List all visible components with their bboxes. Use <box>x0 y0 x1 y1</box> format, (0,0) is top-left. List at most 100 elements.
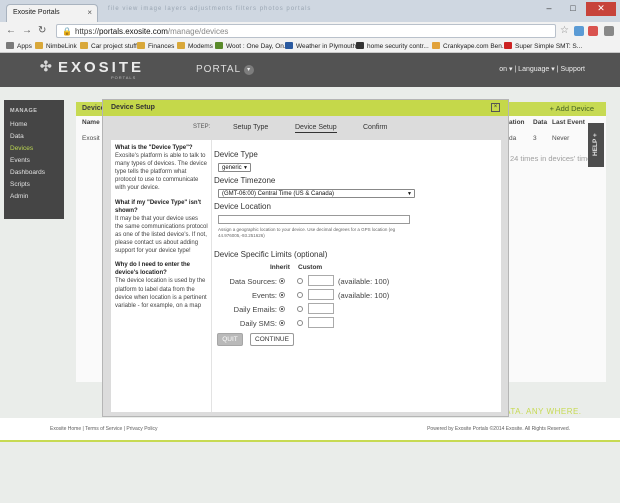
bookmark-label: home security contr... <box>367 43 429 50</box>
inherit-radio[interactable] <box>279 306 285 312</box>
inherit-radio[interactable] <box>279 292 285 298</box>
step-label: STEP: <box>193 124 211 130</box>
modal-title: Device Setup <box>111 104 155 111</box>
device-type-value: generic <box>222 165 242 171</box>
help-column: What is the "Device Type"? Exosite's pla… <box>115 144 208 310</box>
extension-icon[interactable] <box>574 26 584 36</box>
bookmark-label: Finances <box>148 43 175 50</box>
limit-row-daily-sms: Daily SMS: <box>214 317 499 328</box>
bookmark-icon <box>215 42 223 49</box>
custom-header: Custom <box>298 264 323 271</box>
limits-label: Device Specific Limits (optional) <box>214 250 328 259</box>
bookmark-item[interactable]: Finances <box>137 42 174 50</box>
bookmark-star-icon[interactable]: ☆ <box>560 25 569 36</box>
device-type-label: Device Type <box>214 150 258 159</box>
bookmark-label: Modems <box>188 43 213 50</box>
bookmark-label: Woot : One Day, On... <box>226 43 290 50</box>
limit-input[interactable] <box>308 275 334 286</box>
help-question: What is the "Device Type"? <box>115 145 193 151</box>
inherit-radio[interactable] <box>279 320 285 326</box>
help-answer: The device location is used by the platf… <box>115 278 207 309</box>
custom-radio[interactable] <box>297 278 303 284</box>
bookmark-item[interactable]: NimbeLink <box>35 42 77 50</box>
forward-arrow-icon[interactable]: → <box>22 25 32 36</box>
bookmark-item[interactable]: home security contr... <box>356 42 429 50</box>
limit-input[interactable] <box>308 289 334 300</box>
bookmark-icon <box>80 42 88 49</box>
bookmark-label: Weather in Plymouth! <box>296 43 359 50</box>
modal-header: Device Setup × <box>103 100 508 116</box>
device-setup-modal: Device Setup × STEP: Setup Type Device S… <box>102 99 509 417</box>
bookmark-item[interactable]: Woot : One Day, On... <box>215 42 289 50</box>
location-hint: Assign a geographic location to your dev… <box>218 227 396 238</box>
bookmark-item[interactable]: Weather in Plymouth! <box>285 42 358 50</box>
back-arrow-icon[interactable]: ← <box>6 25 16 36</box>
extension-icon[interactable] <box>588 26 598 36</box>
page-viewport: ✣ EXOSITE PORTALS PORTAL ▾ on ▾ | Languag… <box>0 53 620 503</box>
window-controls: – □ ✕ <box>538 2 616 16</box>
location-input[interactable] <box>218 215 410 224</box>
tab-title: Exosite Portals <box>13 9 60 16</box>
tab-close-icon[interactable]: × <box>87 8 92 17</box>
dropdown-arrow-icon: ▼ <box>407 191 412 197</box>
browser-toolbar: ← → ↻ 🔒 https://portals.exosite.com/manag… <box>0 22 620 40</box>
custom-radio[interactable] <box>297 292 303 298</box>
step-setup-type[interactable]: Setup Type <box>233 124 268 131</box>
bookmark-icon <box>504 42 512 49</box>
bookmark-item[interactable]: Modems <box>177 42 213 50</box>
apps-icon <box>6 42 14 49</box>
dropdown-arrow-icon: ▼ <box>243 165 248 171</box>
url-prefix: https:// <box>74 27 99 36</box>
bookmark-icon <box>285 42 293 49</box>
column-divider <box>211 140 212 412</box>
limit-input[interactable] <box>308 303 334 314</box>
maximize-button[interactable]: □ <box>562 2 584 16</box>
window-close-button[interactable]: ✕ <box>586 2 616 16</box>
bookmark-label: NimbeLink <box>46 43 77 50</box>
reload-icon[interactable]: ↻ <box>38 25 46 36</box>
timezone-label: Device Timezone <box>214 176 276 185</box>
step-confirm[interactable]: Confirm <box>363 124 388 131</box>
bookmarks-bar: Apps NimbeLink Car project stuff Finances Mo… <box>0 40 620 53</box>
address-bar[interactable]: 🔒 https://portals.exosite.com/manage/devi… <box>56 24 556 38</box>
limit-name: Daily Emails: <box>233 305 277 314</box>
bookmark-icon <box>356 42 364 49</box>
bookmark-item[interactable]: Car project stuff <box>80 42 137 50</box>
timezone-value: (GMT-06:00) Central Time (US & Canada) <box>222 191 335 197</box>
bookmark-label: Car project stuff <box>91 43 137 50</box>
bookmark-icon <box>35 42 43 49</box>
url-host: portals.exosite.com <box>98 27 168 36</box>
inherit-radio[interactable] <box>279 278 285 284</box>
bookmark-label: Apps <box>17 43 32 50</box>
menu-icon[interactable] <box>604 26 614 36</box>
modal-body: What is the "Device Type"? Exosite's pla… <box>111 140 501 412</box>
browser-tab[interactable]: Exosite Portals × <box>6 4 98 22</box>
inherit-header: Inherit <box>270 264 290 271</box>
minimize-button[interactable]: – <box>538 2 560 16</box>
bookmark-item[interactable]: Super Simple SMT: S... <box>504 42 582 50</box>
location-label: Device Location <box>214 202 271 211</box>
bookmark-item[interactable]: Crankyape.com Ben... <box>432 42 507 50</box>
device-type-select[interactable]: generic ▼ <box>218 163 251 172</box>
custom-radio[interactable] <box>297 306 303 312</box>
limit-row-data-sources: Data Sources: (available: 100) <box>214 275 499 286</box>
custom-radio[interactable] <box>297 320 303 326</box>
background-menu-text: file view image layers adjustments filte… <box>108 6 312 12</box>
bookmark-icon <box>177 42 185 49</box>
help-answer: It may be that your device uses the same… <box>115 215 208 255</box>
bookmark-item[interactable]: Apps <box>6 42 32 50</box>
close-icon[interactable]: × <box>491 103 500 112</box>
bookmark-label: Super Simple SMT: S... <box>515 43 583 50</box>
limit-input[interactable] <box>308 317 334 328</box>
bookmark-icon <box>432 42 440 49</box>
url-path: /manage/devices <box>167 27 229 36</box>
limit-name: Events: <box>251 291 277 300</box>
continue-button[interactable]: CONTINUE <box>250 333 294 346</box>
quit-button[interactable]: QUIT <box>217 333 243 346</box>
browser-titlebar: Exosite Portals × file view image layers… <box>0 0 620 22</box>
bookmark-icon <box>137 42 145 49</box>
help-answer: Exosite's platform is able to talk to ma… <box>115 153 207 192</box>
limit-name: Daily SMS: <box>239 319 277 328</box>
step-device-setup[interactable]: Device Setup <box>295 124 337 133</box>
timezone-select[interactable]: (GMT-06:00) Central Time (US & Canada) ▼ <box>218 189 415 198</box>
